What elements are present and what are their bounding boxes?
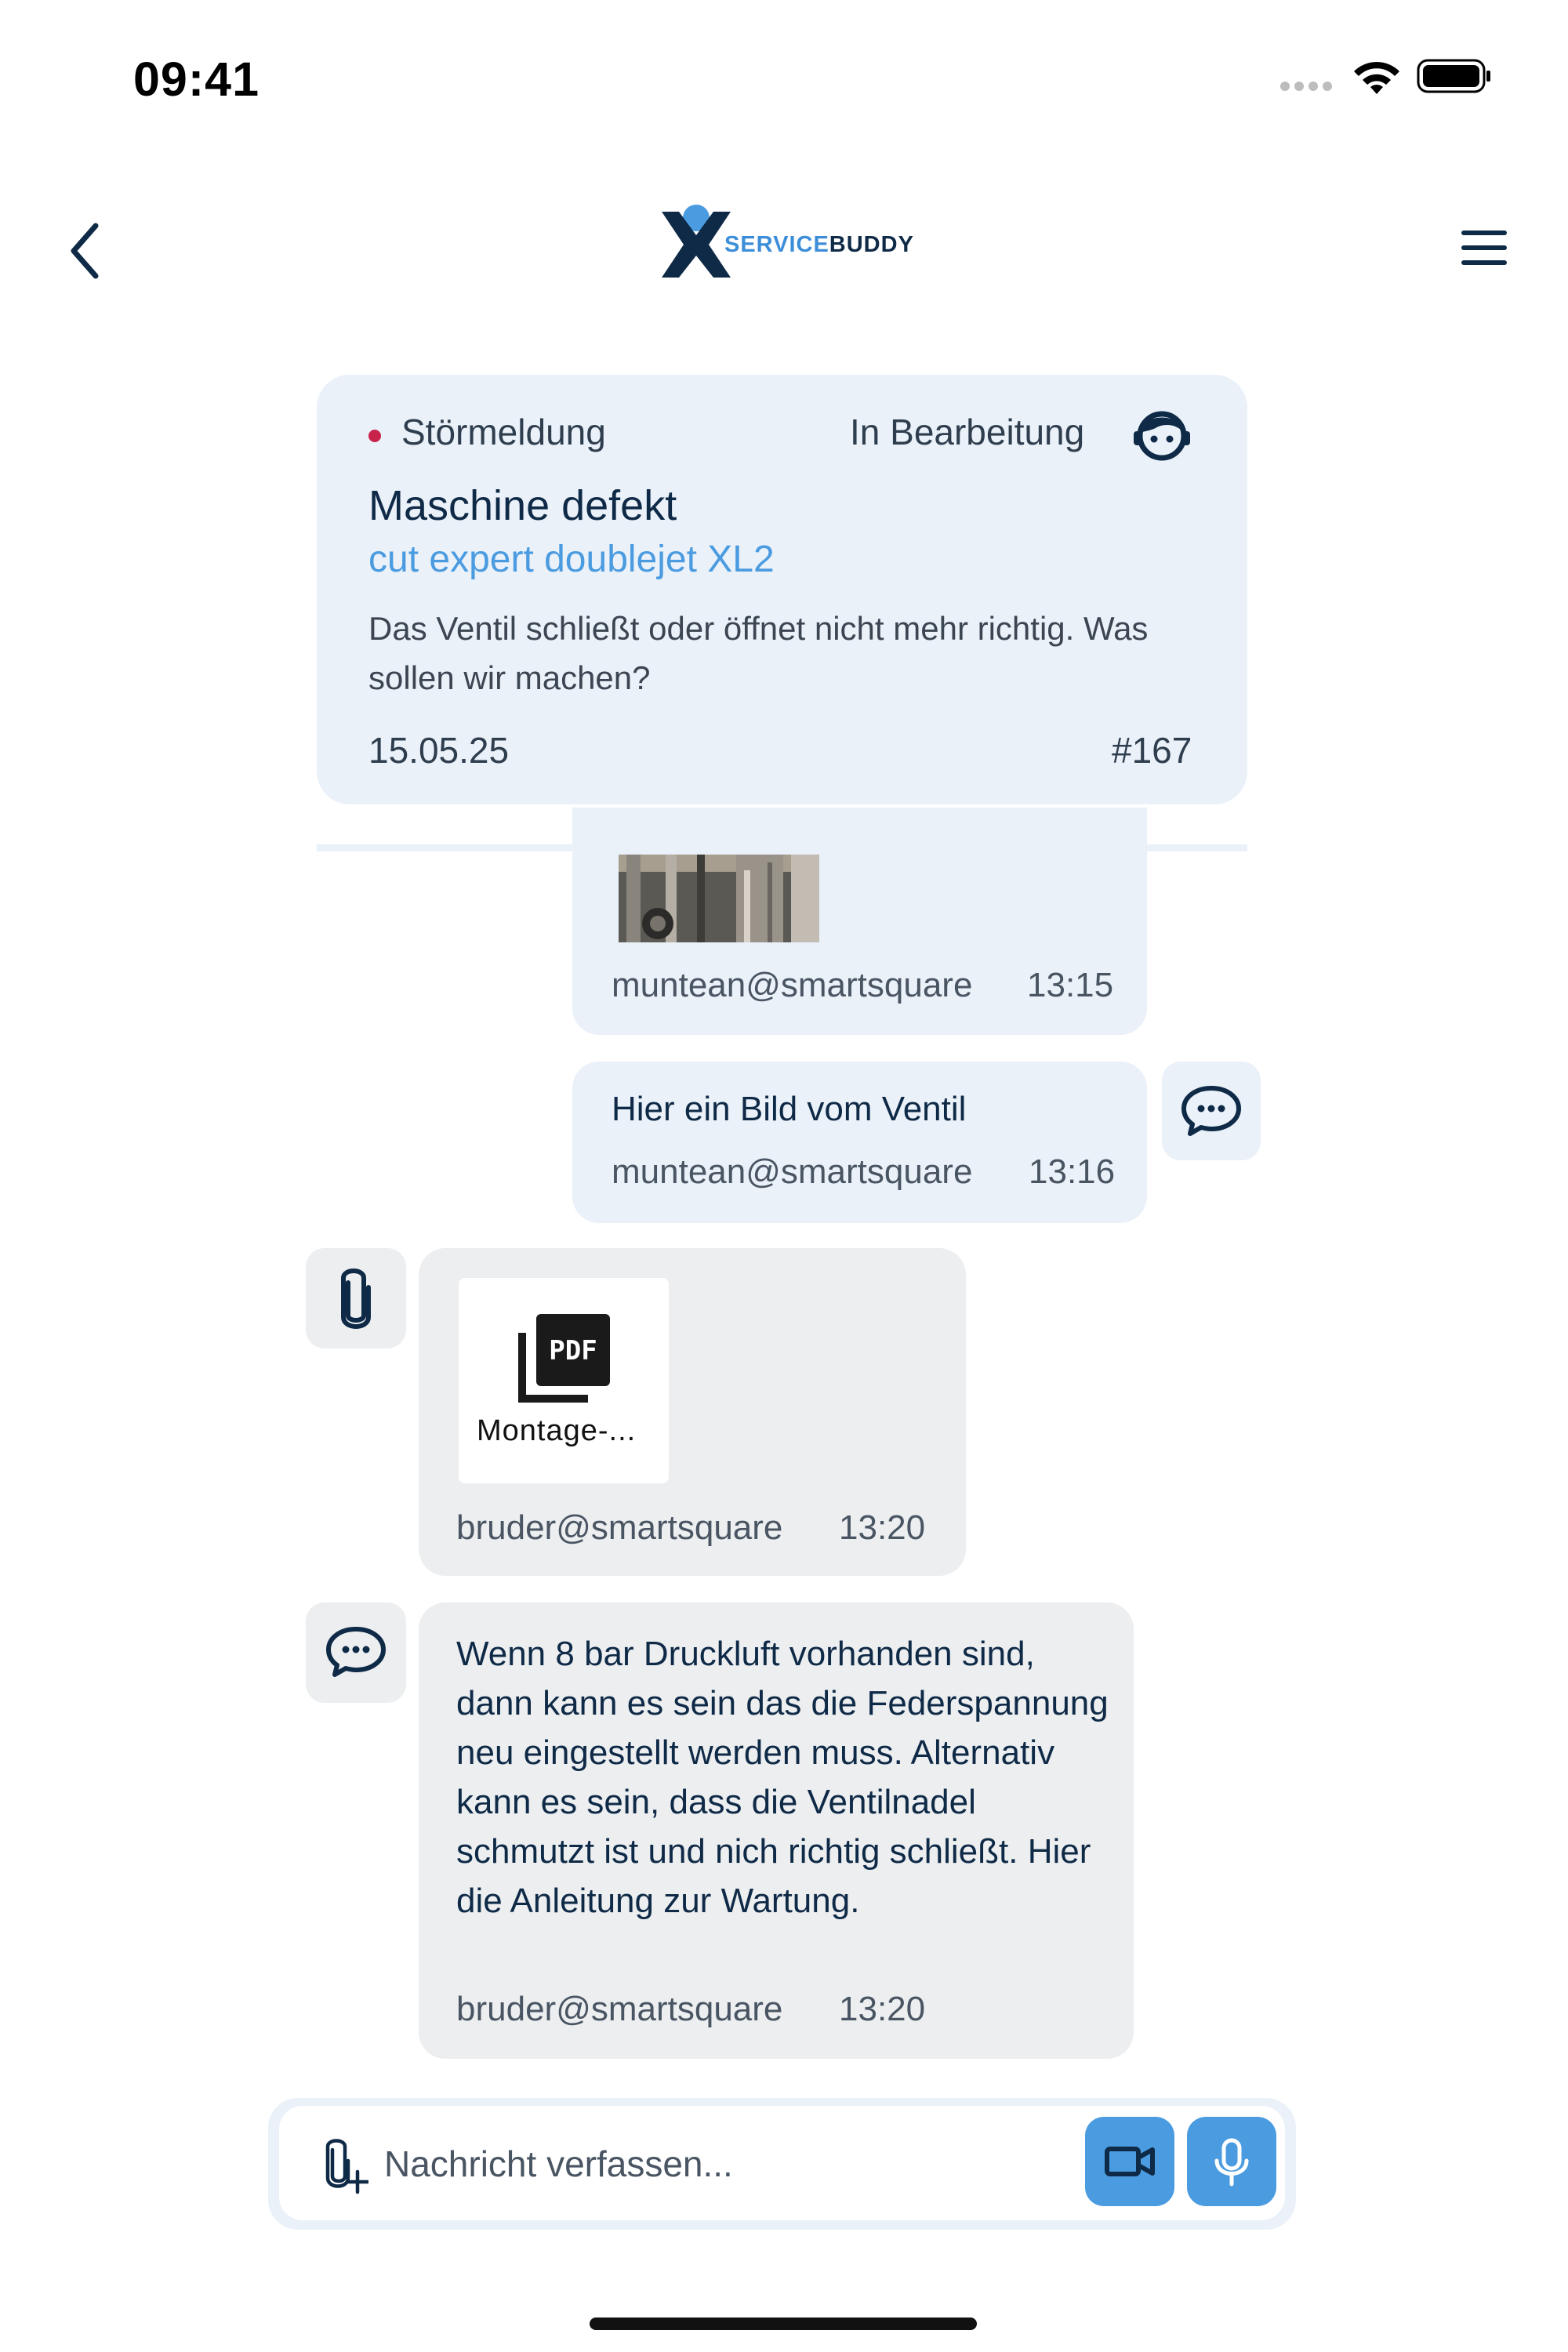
- message-text: Hier ein Bild vom Ventil: [612, 1090, 967, 1128]
- microphone-icon: [1214, 2138, 1249, 2187]
- home-indicator: [590, 2318, 977, 2330]
- message-text: Wenn 8 bar Druckluft vorhanden sind, dan…: [456, 1635, 1109, 1920]
- message-input[interactable]: [384, 2132, 1074, 2195]
- back-button[interactable]: [63, 220, 110, 282]
- chat-bubble-icon: [306, 1602, 406, 1703]
- message-sender: muntean@smartsquare: [612, 966, 973, 1004]
- attachment-name: Montage-...: [477, 1414, 637, 1447]
- ticket-status: In Bearbeitung: [850, 412, 1085, 452]
- svg-text:PDF: PDF: [549, 1335, 597, 1367]
- ticket-description: Das Ventil schließt oder öffnet nicht me…: [368, 610, 1149, 696]
- attach-file-button[interactable]: [318, 2137, 368, 2195]
- ticket-type-dot: [368, 430, 381, 442]
- message-time: 13:16: [1029, 1152, 1116, 1191]
- video-call-button[interactable]: [1085, 2117, 1174, 2206]
- support-agent-icon: [1134, 411, 1190, 461]
- ticket-date: 15.05.25: [368, 730, 510, 771]
- battery-icon: [1417, 59, 1490, 93]
- message-time: 13:20: [839, 1508, 926, 1547]
- ticket-number: #167: [1112, 730, 1192, 771]
- paperclip-icon: [306, 1248, 406, 1348]
- ticket-title: Maschine defekt: [368, 482, 677, 529]
- ticket-type: Störmeldung: [401, 412, 606, 452]
- voice-message-button[interactable]: [1187, 2117, 1276, 2206]
- pdf-file-icon: PDF: [518, 1314, 610, 1403]
- signal-icon: [1280, 81, 1337, 92]
- ticket-machine: cut expert doublejet XL2: [368, 539, 775, 580]
- message-time: 13:20: [839, 1990, 926, 2028]
- logo-text: SERVICEBUDDY: [724, 232, 914, 257]
- message-sender: bruder@smartsquare: [456, 1990, 783, 2028]
- message-sender: bruder@smartsquare: [456, 1508, 783, 1547]
- valve-photo-thumbnail[interactable]: [619, 855, 819, 942]
- wifi-icon: [1354, 61, 1399, 94]
- message-bubble-text: [572, 1062, 1147, 1223]
- message-sender: muntean@smartsquare: [612, 1152, 973, 1191]
- status-time: 09:41: [133, 53, 260, 106]
- video-camera-icon: [1105, 2147, 1155, 2176]
- chat-bubble-icon: [1162, 1062, 1261, 1160]
- menu-button[interactable]: [1460, 226, 1508, 270]
- message-time: 13:15: [1027, 966, 1114, 1004]
